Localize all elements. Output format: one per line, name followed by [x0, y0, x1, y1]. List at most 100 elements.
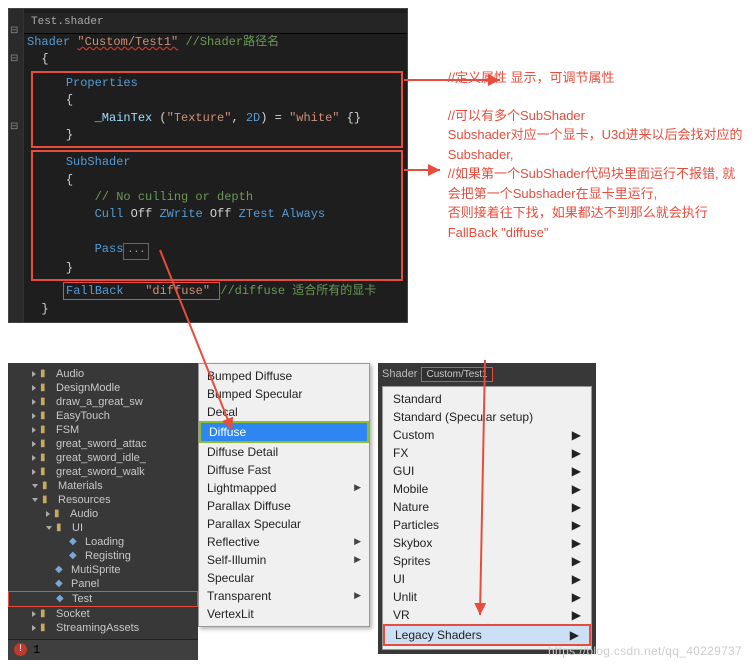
menu-item-label: Transparent: [207, 589, 271, 603]
chevron-right-icon: ▶: [572, 536, 581, 550]
menu-item[interactable]: Self-Illumin▶: [199, 551, 369, 569]
file-icon: ◆: [55, 578, 67, 589]
menu-item-label: Parallax Specular: [207, 517, 301, 531]
tree-item[interactable]: ▮Socket: [8, 607, 198, 621]
chevron-right-icon: ▶: [572, 500, 581, 514]
menu-item-label: Unlit: [393, 590, 417, 604]
folder-icon: ▮: [40, 382, 52, 393]
menu-item[interactable]: Diffuse: [199, 421, 369, 443]
tree-item[interactable]: ◆MutiSprite: [8, 563, 198, 577]
menu-item[interactable]: Standard: [383, 390, 591, 408]
tree-item[interactable]: ▮DesignModle: [8, 381, 198, 395]
chevron-right-icon: ▶: [572, 590, 581, 604]
tree-item[interactable]: ◆ Panel: [8, 577, 198, 591]
expand-icon[interactable]: [32, 371, 36, 377]
folder-icon: ▮: [42, 494, 54, 505]
expand-icon[interactable]: [32, 469, 36, 475]
menu-item[interactable]: Diffuse Fast: [199, 461, 369, 479]
menu-item-label: GUI: [393, 464, 414, 478]
file-icon: ◆: [69, 550, 81, 561]
collapse-icon[interactable]: [46, 526, 52, 530]
folder-icon: ▮: [54, 508, 66, 519]
collapse-icon[interactable]: [32, 484, 38, 488]
editor-tab[interactable]: Test.shader: [9, 13, 407, 34]
tree-item-label: Test: [72, 593, 92, 605]
menu-item[interactable]: Mobile▶: [383, 480, 591, 498]
expand-icon[interactable]: [46, 511, 50, 517]
tree-item[interactable]: ▮great_sword_walk: [8, 465, 198, 479]
chevron-right-icon: ▶: [572, 446, 581, 460]
tree-item-label: Panel: [71, 578, 99, 590]
tree-item[interactable]: ◆ Registing: [8, 549, 198, 563]
menu-item[interactable]: Nature▶: [383, 498, 591, 516]
expand-icon[interactable]: [32, 625, 36, 631]
properties-block: Properties { _MainTex ("Texture", 2D) = …: [31, 71, 403, 149]
expand-icon[interactable]: [32, 455, 36, 461]
tree-item-label: great_sword_idle_: [56, 452, 146, 464]
fold-plus-icon[interactable]: ⊟: [10, 53, 18, 65]
expand-icon[interactable]: [32, 413, 36, 419]
expand-icon[interactable]: [32, 427, 36, 433]
tree-item[interactable]: ▮ Audio: [8, 507, 198, 521]
menu-item[interactable]: Bumped Specular: [199, 385, 369, 403]
tree-item-label: UI: [72, 522, 83, 534]
shader-submenu[interactable]: Bumped DiffuseBumped SpecularDecalDiffus…: [198, 363, 370, 627]
chevron-right-icon: ▶: [354, 554, 361, 565]
menu-item[interactable]: Parallax Specular: [199, 515, 369, 533]
menu-item[interactable]: Transparent▶: [199, 587, 369, 605]
tree-item[interactable]: ▮Resources: [8, 493, 198, 507]
tree-item[interactable]: ▮great_sword_idle_: [8, 451, 198, 465]
tree-item-label: Loading: [85, 536, 124, 548]
menu-item-label: Diffuse Fast: [207, 463, 271, 477]
menu-item[interactable]: Sprites▶: [383, 552, 591, 570]
expand-icon[interactable]: [32, 611, 36, 617]
fold-plus-icon[interactable]: ⊟: [10, 121, 18, 133]
shader-dropdown[interactable]: Custom/Test1: [421, 367, 492, 382]
menu-item-label: Particles: [393, 518, 439, 532]
menu-item[interactable]: FX ▶: [383, 444, 591, 462]
tree-item[interactable]: ◆Test: [8, 591, 198, 607]
tree-item[interactable]: ▮FSM: [8, 423, 198, 437]
tree-item[interactable]: ◆Loading: [8, 535, 198, 549]
folder-icon: ▮: [42, 480, 54, 491]
expand-icon[interactable]: [32, 399, 36, 405]
tree-item[interactable]: ▮EasyTouch: [8, 409, 198, 423]
menu-item[interactable]: Skybox▶: [383, 534, 591, 552]
code-editor[interactable]: ⊟ ⊟ ⊟ Test.shader Shader "Custom/Test1" …: [8, 8, 408, 323]
tree-item[interactable]: ▮Audio: [8, 367, 198, 381]
code-line: }: [27, 301, 407, 318]
menu-item[interactable]: Lightmapped▶: [199, 479, 369, 497]
menu-item[interactable]: Custom▶: [383, 426, 591, 444]
tree-item[interactable]: ▮draw_a_great_sw: [8, 395, 198, 409]
inspector-panel[interactable]: Shader Custom/Test1 StandardStandard (Sp…: [378, 363, 596, 654]
menu-item[interactable]: UI▶: [383, 570, 591, 588]
tree-item[interactable]: ▮StreamingAssets: [8, 621, 198, 635]
menu-item[interactable]: Specular: [199, 569, 369, 587]
tree-item-label: Registing: [85, 550, 131, 562]
menu-item-legacy-shaders[interactable]: Legacy Shaders▶: [383, 624, 591, 646]
menu-item[interactable]: Reflective▶: [199, 533, 369, 551]
menu-item[interactable]: Bumped Diffuse: [199, 367, 369, 385]
menu-item[interactable]: VertexLit: [199, 605, 369, 623]
fold-plus-icon[interactable]: ⊟: [10, 25, 18, 37]
tree-item-label: Audio: [70, 508, 98, 520]
menu-item-label: FX: [393, 446, 408, 460]
menu-item[interactable]: Unlit ▶: [383, 588, 591, 606]
tree-item-label: Socket: [56, 608, 90, 620]
project-tree[interactable]: ▮ Audio ▮DesignModle▮draw_a_great_sw▮EasyT…: [8, 363, 198, 639]
menu-item[interactable]: Decal: [199, 403, 369, 421]
collapse-icon[interactable]: [32, 498, 38, 502]
menu-item[interactable]: Particles▶: [383, 516, 591, 534]
expand-icon[interactable]: [32, 385, 36, 391]
tree-item[interactable]: ▮UI: [8, 521, 198, 535]
shader-category-menu[interactable]: StandardStandard (Specular setup)Custom▶…: [382, 386, 592, 650]
expand-icon[interactable]: [32, 441, 36, 447]
menu-item[interactable]: GUI▶: [383, 462, 591, 480]
menu-item[interactable]: VR▶: [383, 606, 591, 624]
pass-collapsed[interactable]: ...: [123, 243, 149, 260]
menu-item[interactable]: Parallax Diffuse: [199, 497, 369, 515]
menu-item[interactable]: Diffuse Detail: [199, 443, 369, 461]
tree-item[interactable]: ▮great_sword_attac: [8, 437, 198, 451]
tree-item[interactable]: ▮Materials: [8, 479, 198, 493]
menu-item[interactable]: Standard (Specular setup): [383, 408, 591, 426]
